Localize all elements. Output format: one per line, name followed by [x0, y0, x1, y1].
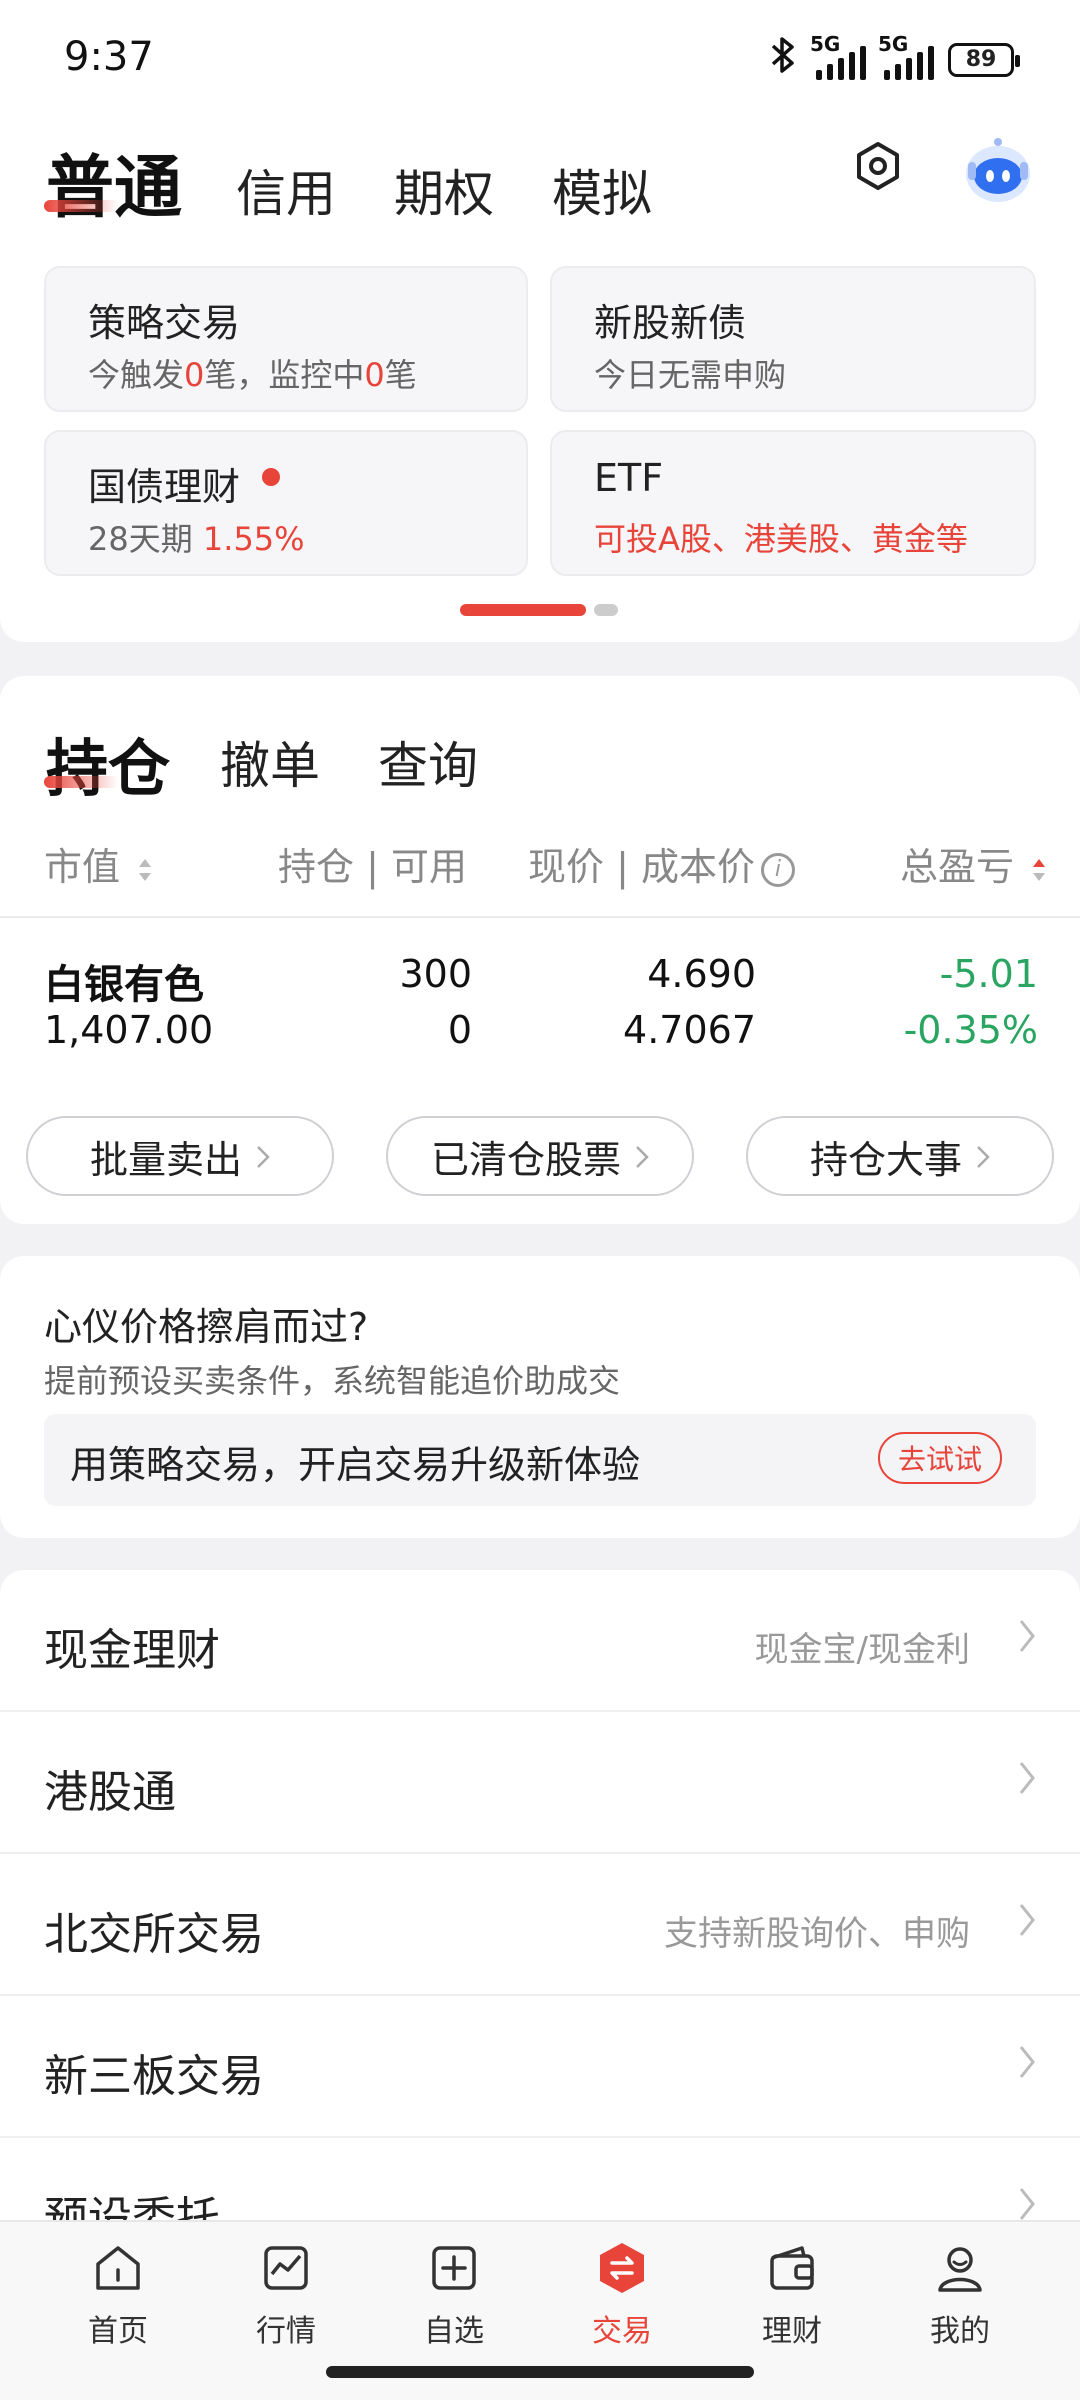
promo-subtitle: 提前预设买卖条件，系统智能追价助成交 [44, 1362, 621, 1400]
trade-icon [594, 2240, 650, 2296]
tab-simulation[interactable]: 模拟 [552, 154, 652, 226]
card-subtitle: 今触发0笔，监控中0笔 [88, 356, 417, 394]
tab-credit[interactable]: 信用 [236, 154, 336, 226]
nav-market[interactable]: 行情 [226, 2240, 346, 2350]
home-icon [90, 2240, 146, 2296]
status-icons: 5G 5G 89 [768, 32, 1020, 83]
signal-icon-2: 5G [878, 32, 934, 80]
status-time: 9:37 [64, 34, 154, 80]
header-market-value[interactable]: 市值 [44, 836, 152, 892]
tab-normal[interactable]: 普通 [46, 132, 182, 231]
card-title: 策略交易 [88, 301, 241, 345]
active-tab-indicator [44, 200, 118, 212]
service-menu: 现金理财 现金宝/现金利 港股通 北交所交易 支持新股询价、申购 新三板交易 预… [0, 1570, 1080, 2220]
carousel-indicator-active [460, 604, 586, 616]
menu-item-hk-connect[interactable]: 港股通 [0, 1712, 1080, 1854]
chevron-right-icon [976, 1134, 990, 1178]
market-value: 1,407.00 [44, 1008, 214, 1052]
card-subtitle: 可投A股、港美股、黄金等 [594, 520, 968, 558]
try-it-button[interactable]: 去试试 [878, 1432, 1002, 1484]
add-square-icon [426, 2240, 482, 2296]
battery-level: 89 [965, 47, 997, 72]
carousel-indicator [594, 604, 618, 616]
notification-dot [262, 468, 280, 486]
chevron-right-icon [635, 1134, 649, 1178]
bluetooth-icon [768, 36, 798, 83]
header-price: 现价 | 成本价 i [528, 836, 795, 891]
card-subtitle: 28天期 1.55% [88, 520, 305, 558]
chart-icon [258, 2240, 314, 2296]
strategy-promo-card: 心仪价格擦肩而过? 提前预设买卖条件，系统智能追价助成交 用策略交易，开启交易升… [0, 1256, 1080, 1538]
robot-assistant-icon[interactable] [960, 132, 1036, 208]
menu-item-cash-management[interactable]: 现金理财 现金宝/现金利 [0, 1570, 1080, 1712]
status-bar: 9:37 5G 5G 89 [0, 0, 1080, 118]
ipo-card[interactable]: 新股新债 今日无需申购 [550, 266, 1036, 412]
home-indicator[interactable] [326, 2366, 754, 2378]
sort-icon [138, 848, 152, 892]
trade-page: 9:37 5G 5G 89 普通 信用 期权 模拟 策略交易 今触发0笔，监控中… [0, 0, 1080, 2400]
tab-query[interactable]: 查询 [378, 726, 478, 798]
nav-watchlist[interactable]: 自选 [394, 2240, 514, 2350]
nav-home[interactable]: 首页 [58, 2240, 178, 2350]
card-subtitle: 今日无需申购 [594, 356, 787, 394]
batch-sell-button[interactable]: 批量卖出 [26, 1116, 334, 1196]
info-icon[interactable]: i [760, 852, 795, 887]
signal-icon-1: 5G [810, 32, 866, 80]
settings-icon[interactable] [852, 140, 904, 196]
chevron-right-icon [1018, 2044, 1036, 2084]
battery-icon: 89 [948, 42, 1020, 77]
tab-holdings[interactable]: 持仓 [46, 718, 170, 808]
etf-card[interactable]: ETF 可投A股、港美股、黄金等 [550, 430, 1036, 576]
menu-item-bse-trade[interactable]: 北交所交易 支持新股询价、申购 [0, 1854, 1080, 1996]
header-position: 持仓 | 可用 [278, 845, 467, 889]
tab-cancel-order[interactable]: 撤单 [220, 726, 320, 798]
card-title: 国债理财 [88, 465, 241, 509]
chevron-right-icon [1018, 1902, 1036, 1942]
wallet-icon [764, 2240, 820, 2296]
holding-events-button[interactable]: 持仓大事 [746, 1116, 1054, 1196]
cleared-stocks-button[interactable]: 已清仓股票 [386, 1116, 694, 1196]
stock-name: 白银有色 [44, 962, 204, 1008]
chevron-right-icon [256, 1134, 270, 1178]
current-price: 4.690 [647, 952, 756, 996]
profile-icon [932, 2240, 988, 2296]
nav-trade[interactable]: 交易 [562, 2240, 682, 2350]
chevron-right-icon [1018, 1618, 1036, 1658]
network-type-label: 5G [810, 31, 841, 56]
network-type-label: 5G [878, 31, 909, 56]
menu-item-neeq-trade[interactable]: 新三板交易 [0, 1996, 1080, 2138]
chevron-right-icon [1018, 1760, 1036, 1800]
available-qty: 0 [447, 1008, 472, 1052]
menu-item-preset-order[interactable]: 预设委托 [0, 2138, 1080, 2220]
active-tab-indicator [44, 776, 118, 788]
account-type-section: 普通 信用 期权 模拟 策略交易 今触发0笔，监控中0笔 新股新债 今日无需申购… [0, 118, 1080, 642]
strategy-trade-card[interactable]: 策略交易 今触发0笔，监控中0笔 [44, 266, 528, 412]
card-title: 新股新债 [594, 301, 747, 345]
header-total-pnl[interactable]: 总盈亏 [900, 836, 1046, 892]
sort-icon [1032, 848, 1046, 892]
nav-profile[interactable]: 我的 [900, 2240, 1020, 2350]
total-pnl-percent: -0.35% [903, 1008, 1038, 1052]
chevron-right-icon [1018, 2186, 1036, 2220]
cost-price: 4.7067 [623, 1008, 756, 1052]
total-pnl: -5.01 [939, 952, 1038, 996]
divider [0, 916, 1080, 918]
holdings-section: 持仓 撤单 查询 市值 持仓 | 可用 现价 | 成本价 i 总盈亏 白银有色 1… [0, 676, 1080, 1224]
card-title: ETF [594, 456, 664, 500]
tab-options[interactable]: 期权 [394, 154, 494, 226]
promo-banner[interactable]: 用策略交易，开启交易升级新体验 去试试 [44, 1414, 1036, 1506]
promo-title: 心仪价格擦肩而过? [44, 1305, 369, 1349]
position-qty: 300 [399, 952, 472, 996]
nav-wealth[interactable]: 理财 [732, 2240, 852, 2350]
promo-banner-text: 用策略交易，开启交易升级新体验 [70, 1443, 641, 1487]
treasury-card[interactable]: 国债理财 28天期 1.55% [44, 430, 528, 576]
